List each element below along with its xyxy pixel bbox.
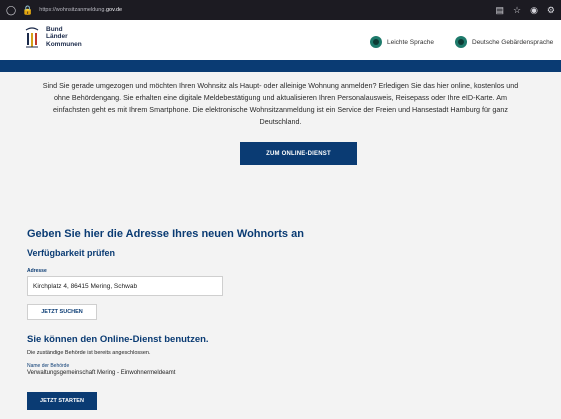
start-button[interactable]: JETZT STARTEN <box>27 392 97 410</box>
address-bar[interactable]: https://wohnsitzanmeldung.gov.de <box>39 7 495 13</box>
site-header: Bund Länder Kommunen Leichte Sprache Deu… <box>0 20 561 60</box>
availability-heading: Verfügbarkeit prüfen <box>27 248 116 258</box>
result-heading: Sie können den Online-Dienst benutzen. <box>27 334 209 345</box>
eagle-logo-icon <box>25 27 39 48</box>
pocket-icon[interactable]: ◉ <box>530 5 538 16</box>
shield-icon[interactable]: ◯ <box>6 0 16 20</box>
star-icon[interactable]: ☆ <box>513 5 521 16</box>
logo[interactable]: Bund Länder Kommunen <box>24 26 82 52</box>
search-button[interactable]: JETZT SUCHEN <box>27 304 97 320</box>
header-band <box>0 60 561 72</box>
intro-text: Sind Sie gerade umgezogen und möchten Ih… <box>42 81 519 126</box>
logo-line-2: Länder <box>46 33 68 41</box>
lock-icon[interactable]: 🔒 <box>22 0 33 20</box>
result-text: Die zuständige Behörde ist bereits anges… <box>27 350 151 356</box>
address-label: Adresse <box>27 268 47 274</box>
authority-value: Verwaltungsgemeinschaft Mering - Einwohn… <box>27 370 176 376</box>
online-service-button[interactable]: ZUM ONLINE-DIENST <box>240 142 357 165</box>
logo-line-1: Bund <box>46 26 63 33</box>
sign-language-label: Deutsche Gebärdensprache <box>472 38 554 46</box>
authority-label: Name der Behörde <box>27 363 70 369</box>
extensions-icon[interactable]: ⚙ <box>547 5 555 16</box>
logo-text: Bund Länder Kommunen <box>46 26 82 48</box>
url-domain: gov.de <box>105 7 123 13</box>
easy-language-link[interactable]: Leichte Sprache <box>370 36 434 48</box>
easy-language-icon <box>370 36 382 48</box>
logo-line-3: Kommunen <box>46 40 82 48</box>
sign-language-icon <box>455 36 467 48</box>
address-heading: Geben Sie hier die Adresse Ihres neuen W… <box>27 228 304 240</box>
url-prefix: https://wohnsitzanmeldung. <box>39 7 106 13</box>
easy-language-label: Leichte Sprache <box>387 38 434 46</box>
sign-language-link[interactable]: Deutsche Gebärdensprache <box>455 36 553 48</box>
address-input[interactable] <box>27 276 223 296</box>
browser-toolbar: ◯ 🔒 https://wohnsitzanmeldung.gov.de ▤ ☆… <box>0 0 561 20</box>
reader-icon[interactable]: ▤ <box>495 5 504 16</box>
